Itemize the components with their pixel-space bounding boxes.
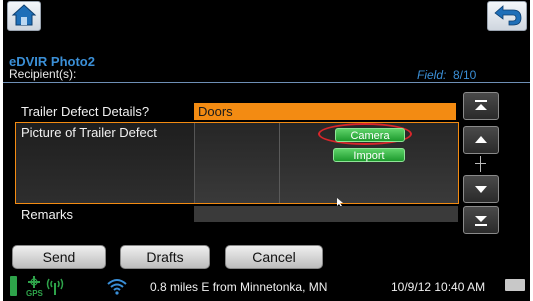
device-screen: eDVIR Photo2 Recipient(s): Field: 8/10 T… bbox=[3, 0, 530, 301]
picture-area-divider bbox=[279, 123, 280, 203]
status-bar: GPS 0.8 miles E from Minnetonka, MN 10/9… bbox=[3, 273, 530, 301]
back-arrow-icon bbox=[494, 5, 522, 26]
cancel-button[interactable]: Cancel bbox=[225, 245, 323, 269]
drafts-button[interactable]: Drafts bbox=[120, 245, 210, 269]
scroll-top-button[interactable] bbox=[463, 92, 499, 120]
scroll-thumb[interactable] bbox=[475, 163, 486, 164]
scroll-bottom-icon bbox=[475, 216, 487, 226]
scroll-up-button[interactable] bbox=[463, 126, 499, 154]
datetime-text: 10/9/12 10:40 AM bbox=[391, 280, 486, 294]
scroll-top-icon bbox=[475, 100, 487, 110]
back-button[interactable] bbox=[487, 1, 527, 31]
signal-icon bbox=[46, 278, 64, 295]
send-button[interactable]: Send bbox=[12, 245, 106, 269]
location-text: 0.8 miles E from Minnetonka, MN bbox=[150, 280, 328, 294]
remarks-field[interactable] bbox=[194, 206, 458, 222]
gps-label: GPS bbox=[26, 289, 43, 298]
header-divider bbox=[3, 82, 530, 83]
remarks-label: Remarks bbox=[21, 207, 74, 222]
import-button[interactable]: Import bbox=[333, 148, 405, 162]
picture-defect-label: Picture of Trailer Defect bbox=[21, 125, 157, 140]
scroll-up-icon bbox=[475, 136, 487, 143]
recipients-label: Recipient(s): bbox=[9, 67, 77, 81]
battery-icon bbox=[10, 276, 17, 296]
scroll-down-icon bbox=[475, 186, 487, 193]
camera-button[interactable]: Camera bbox=[335, 128, 405, 142]
home-icon bbox=[11, 4, 37, 26]
keyboard-icon[interactable] bbox=[505, 279, 525, 291]
wifi-icon bbox=[107, 279, 127, 295]
scroll-track[interactable] bbox=[480, 156, 481, 172]
defect-details-label: Trailer Defect Details? bbox=[21, 104, 150, 119]
scroll-down-button[interactable] bbox=[463, 175, 499, 203]
field-counter-label: Field: bbox=[417, 68, 447, 82]
home-button[interactable] bbox=[7, 1, 41, 31]
scroll-bottom-button[interactable] bbox=[463, 206, 499, 234]
field-counter-value: 8/10 bbox=[453, 68, 477, 82]
gps-icon bbox=[28, 276, 40, 288]
defect-details-field[interactable]: Doors bbox=[194, 103, 456, 120]
